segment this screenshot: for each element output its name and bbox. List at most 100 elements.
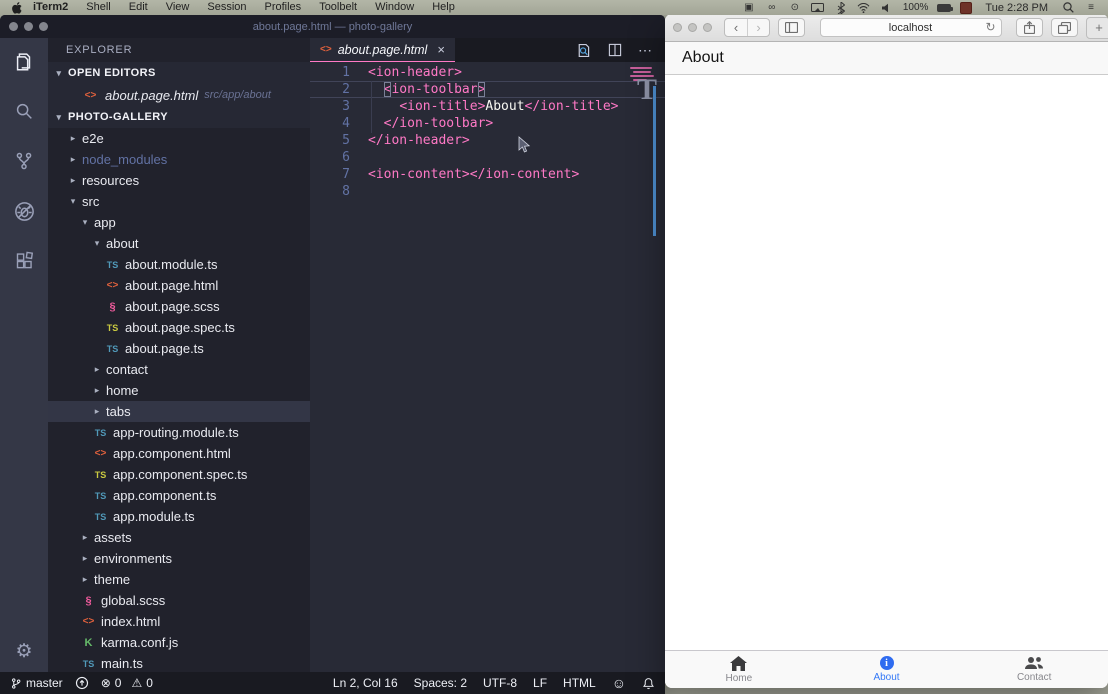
- problems-status[interactable]: ⊗ 0 ⚠ 0: [101, 676, 153, 690]
- code-line-7[interactable]: 7<ion-content></ion-content>: [310, 166, 665, 183]
- code-line-2[interactable]: 2 <ion-toolbar>: [310, 81, 665, 98]
- debug-disabled-icon[interactable]: [11, 198, 37, 224]
- open-changes-icon[interactable]: [575, 42, 592, 59]
- tree-item-theme[interactable]: ▸theme: [48, 569, 310, 590]
- minimize-window-button[interactable]: [688, 23, 697, 32]
- eol-setting[interactable]: LF: [533, 676, 547, 690]
- tree-item-src[interactable]: ▾src: [48, 191, 310, 212]
- spotlight-icon[interactable]: [1061, 1, 1075, 14]
- tree-item-app.module.ts[interactable]: TSapp.module.ts: [48, 506, 310, 527]
- tree-item-main.ts[interactable]: TSmain.ts: [48, 653, 310, 672]
- display-mirroring-icon[interactable]: [811, 1, 825, 14]
- zoom-window-button[interactable]: [39, 22, 48, 31]
- vscode-title-bar[interactable]: about.page.html — photo-gallery: [0, 15, 665, 38]
- tree-item-app-routing.module.ts[interactable]: TSapp-routing.module.ts: [48, 422, 310, 443]
- menu-bar-clock[interactable]: Tue 2:28 PM: [981, 2, 1052, 14]
- tree-item-app.component.html[interactable]: <>app.component.html: [48, 443, 310, 464]
- code-line-3[interactable]: 3 <ion-title>About</ion-title>: [310, 98, 665, 115]
- tree-item-about[interactable]: ▾about: [48, 233, 310, 254]
- source-control-icon[interactable]: [11, 148, 37, 174]
- menu-item-session[interactable]: Session: [198, 0, 255, 15]
- git-branch-status[interactable]: master: [10, 676, 63, 690]
- code-line-1[interactable]: 1<ion-header>: [310, 64, 665, 81]
- forward-button[interactable]: ›: [747, 19, 769, 36]
- reload-icon[interactable]: ↻: [985, 20, 995, 34]
- tree-item-about.module.ts[interactable]: TSabout.module.ts: [48, 254, 310, 275]
- tree-item-app[interactable]: ▾app: [48, 212, 310, 233]
- tree-item-about.page.spec.ts[interactable]: TSabout.page.spec.ts: [48, 317, 310, 338]
- cursor-position[interactable]: Ln 2, Col 16: [333, 676, 398, 690]
- clock-status-icon[interactable]: ⊙: [788, 1, 802, 14]
- menu-item-toolbelt[interactable]: Toolbelt: [310, 0, 366, 15]
- tree-item-e2e[interactable]: ▸e2e: [48, 128, 310, 149]
- input-source-icon[interactable]: [960, 2, 972, 14]
- manage-gear-icon[interactable]: ⚙: [11, 638, 37, 664]
- bluetooth-icon[interactable]: [834, 1, 848, 14]
- notification-center-icon[interactable]: ≡: [1084, 1, 1098, 14]
- tree-item-home[interactable]: ▸home: [48, 380, 310, 401]
- tree-item-contact[interactable]: ▸contact: [48, 359, 310, 380]
- wifi-icon[interactable]: [857, 1, 871, 14]
- menu-item-edit[interactable]: Edit: [120, 0, 157, 15]
- code-line-5[interactable]: 5</ion-header>: [310, 132, 665, 149]
- share-button[interactable]: [1016, 18, 1043, 37]
- minimize-window-button[interactable]: [24, 22, 33, 31]
- extensions-icon[interactable]: [11, 248, 37, 274]
- menu-item-help[interactable]: Help: [423, 0, 464, 15]
- screen-capture-icon[interactable]: ▣: [742, 1, 756, 14]
- menu-item-profiles[interactable]: Profiles: [256, 0, 311, 15]
- menu-item-shell[interactable]: Shell: [77, 0, 119, 15]
- menu-item-window[interactable]: Window: [366, 0, 423, 15]
- close-tab-icon[interactable]: ×: [437, 42, 445, 57]
- glasses-icon[interactable]: ∞: [765, 1, 779, 14]
- language-mode[interactable]: HTML: [563, 676, 596, 690]
- tree-item-resources[interactable]: ▸resources: [48, 170, 310, 191]
- close-window-button[interactable]: [673, 23, 682, 32]
- tab-about[interactable]: i About: [813, 651, 961, 688]
- tree-item-environments[interactable]: ▸environments: [48, 548, 310, 569]
- tab-about-page-html[interactable]: <> about.page.html ×: [310, 38, 455, 62]
- address-bar[interactable]: localhost ↻: [820, 18, 1002, 37]
- open-editors-header[interactable]: ▾ OPEN EDITORS: [48, 62, 310, 84]
- editor-scrollbar[interactable]: [653, 86, 656, 236]
- feedback-smiley-icon[interactable]: ☺: [612, 675, 626, 691]
- tree-item-tabs[interactable]: ▸tabs: [48, 401, 310, 422]
- indentation-setting[interactable]: Spaces: 2: [414, 676, 467, 690]
- tree-item-node_modules[interactable]: ▸node_modules: [48, 149, 310, 170]
- volume-icon[interactable]: [880, 1, 894, 14]
- encoding-setting[interactable]: UTF-8: [483, 676, 517, 690]
- sidebar-toggle-button[interactable]: [778, 18, 805, 37]
- tab-home[interactable]: Home: [665, 651, 813, 688]
- battery-icon[interactable]: [937, 1, 951, 14]
- menu-item-app[interactable]: iTerm2: [24, 0, 77, 15]
- more-actions-icon[interactable]: ⋯: [638, 42, 653, 59]
- project-root-header[interactable]: ▾ PHOTO-GALLERY: [48, 106, 310, 128]
- notifications-bell-icon[interactable]: [642, 677, 655, 690]
- back-button[interactable]: ‹: [725, 19, 747, 36]
- close-window-button[interactable]: [9, 22, 18, 31]
- search-icon[interactable]: [11, 98, 37, 124]
- tree-item-app.component.spec.ts[interactable]: TSapp.component.spec.ts: [48, 464, 310, 485]
- tree-item-index.html[interactable]: <>index.html: [48, 611, 310, 632]
- code-line-8[interactable]: 8: [310, 183, 665, 200]
- zoom-window-button[interactable]: [703, 23, 712, 32]
- tree-item-karma.conf.js[interactable]: Kkarma.conf.js: [48, 632, 310, 653]
- code-line-4[interactable]: 4 </ion-toolbar>: [310, 115, 665, 132]
- code-editor[interactable]: 1<ion-header>2 <ion-toolbar>3 <ion-title…: [310, 62, 665, 672]
- new-tab-button[interactable]: +: [1086, 17, 1108, 39]
- menu-item-view[interactable]: View: [157, 0, 199, 15]
- publish-changes-icon[interactable]: [75, 676, 89, 690]
- apple-menu-icon[interactable]: [10, 1, 24, 14]
- tree-item-about.page.scss[interactable]: §about.page.scss: [48, 296, 310, 317]
- tab-contact[interactable]: Contact: [960, 651, 1108, 688]
- tree-item-app.component.ts[interactable]: TSapp.component.ts: [48, 485, 310, 506]
- tree-item-about.page.html[interactable]: <>about.page.html: [48, 275, 310, 296]
- split-editor-icon[interactable]: [607, 42, 623, 58]
- tree-item-assets[interactable]: ▸assets: [48, 527, 310, 548]
- tree-item-about.page.ts[interactable]: TSabout.page.ts: [48, 338, 310, 359]
- open-editor-item[interactable]: <> about.page.html src/app/about: [48, 84, 310, 106]
- code-line-6[interactable]: 6: [310, 149, 665, 166]
- explorer-icon[interactable]: [11, 48, 37, 74]
- show-all-tabs-button[interactable]: [1051, 18, 1078, 37]
- tree-item-global.scss[interactable]: §global.scss: [48, 590, 310, 611]
